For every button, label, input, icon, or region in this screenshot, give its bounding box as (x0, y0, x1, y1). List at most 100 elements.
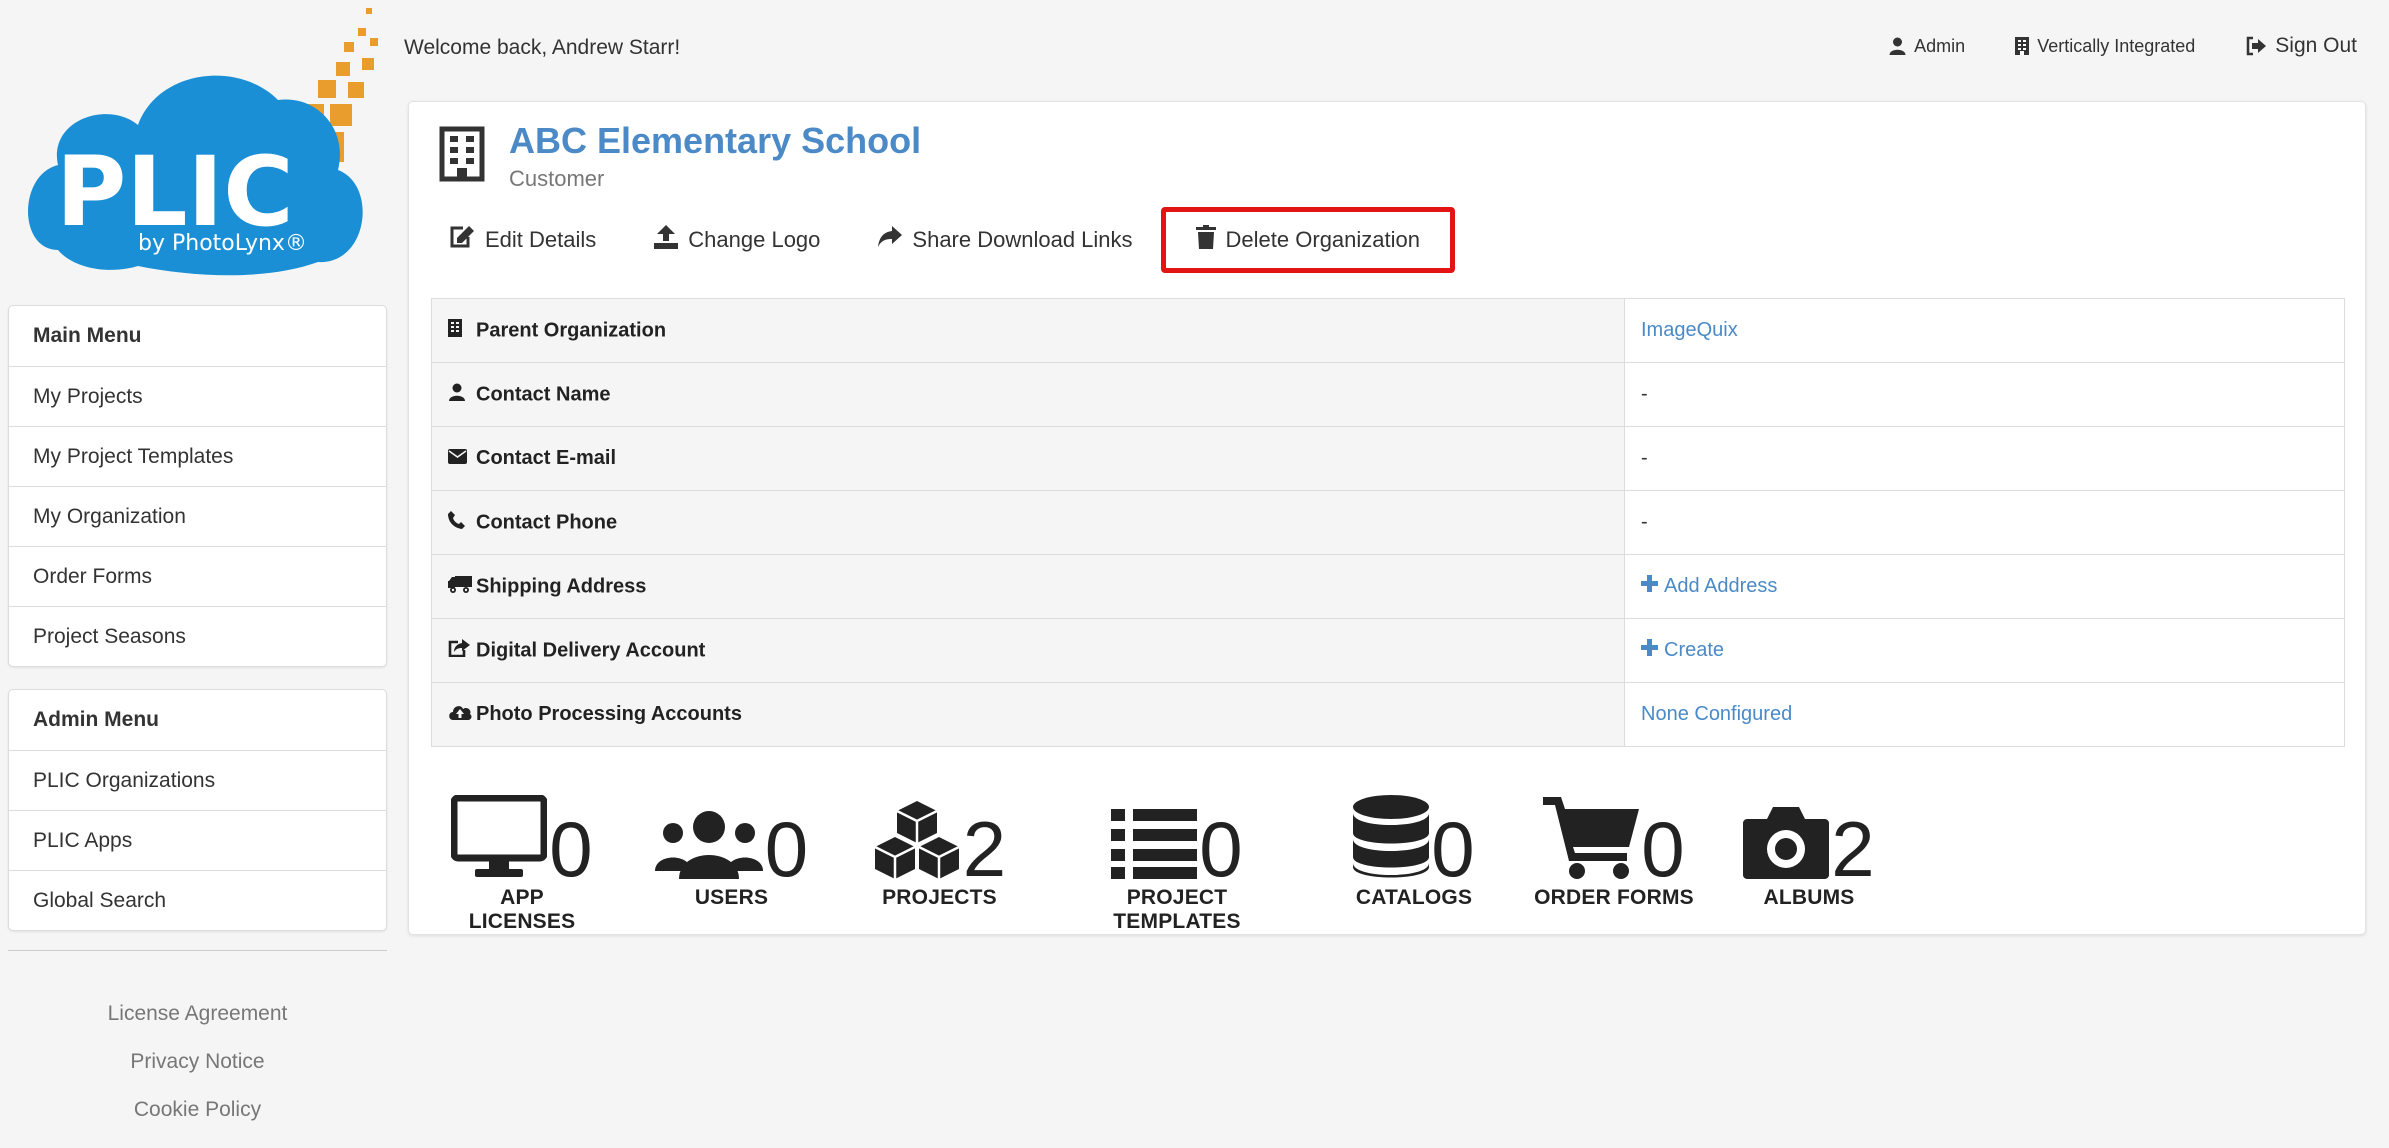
menu-item-order-forms[interactable]: Order Forms (9, 546, 386, 606)
photo-processing-accounts-label: Photo Processing Accounts (476, 702, 742, 725)
parent-organization-label: Parent Organization (476, 318, 667, 341)
organization-name: ABC Elementary School (509, 120, 922, 161)
catalogs-count: 0 (1431, 805, 1475, 893)
admin-nav-link[interactable]: Admin (1889, 36, 1965, 57)
upload-icon (654, 225, 679, 255)
trash-icon (1195, 225, 1216, 255)
privacy-notice-link[interactable]: Privacy Notice (8, 1038, 387, 1086)
stat-app-licenses[interactable]: 0 APP LICENSES (449, 794, 595, 934)
menu-item-my-projects[interactable]: My Projects (9, 366, 386, 426)
menu-item-plic-organizations[interactable]: PLIC Organizations (9, 750, 386, 810)
table-row: Contact Name - (431, 362, 2345, 427)
plus-icon (1641, 575, 1658, 598)
building-icon (439, 126, 485, 187)
app-licenses-label: APP LICENSES (468, 886, 576, 933)
change-logo-label: Change Logo (688, 227, 821, 252)
organization-type: Customer (509, 166, 605, 191)
order-forms-count: 0 (1641, 805, 1685, 893)
user-icon (1889, 37, 1906, 55)
plic-logo[interactable]: PLIC by PhotoLynx® (18, 0, 388, 290)
top-nav: Admin Vertically Integrated Sign Out (1889, 34, 2357, 58)
app-licenses-count: 0 (549, 805, 593, 893)
sign-out-icon (2245, 36, 2267, 56)
contact-email-value: - (1641, 447, 1648, 469)
change-logo-button[interactable]: Change Logo (654, 225, 820, 255)
delete-organization-button[interactable]: Delete Organization (1160, 207, 1455, 273)
parent-organization-link[interactable]: ImageQuix (1641, 319, 1738, 341)
shipping-address-label: Shipping Address (476, 574, 647, 597)
stat-project-templates[interactable]: 0 PROJECT TEMPLATES (1069, 798, 1285, 934)
menu-item-plic-apps[interactable]: PLIC Apps (9, 810, 386, 870)
add-address-label: Add Address (1664, 574, 1778, 597)
create-digital-delivery-link[interactable]: Create (1641, 639, 1724, 661)
edit-details-label: Edit Details (485, 227, 597, 252)
admin-label: Admin (1914, 35, 1966, 56)
menu-item-project-seasons[interactable]: Project Seasons (9, 606, 386, 666)
admin-menu-title: Admin Menu (33, 708, 159, 731)
menu-item-my-organization[interactable]: My Organization (9, 486, 386, 546)
admin-menu: Admin Menu PLIC Organizations PLIC Apps … (8, 689, 387, 931)
sidebar-divider (8, 950, 387, 951)
stat-order-forms[interactable]: 0 ORDER FORMS (1534, 795, 1694, 910)
stat-projects[interactable]: 2 PROJECTS (872, 798, 1007, 910)
phone-icon (448, 510, 470, 535)
organization-nav-link[interactable]: Vertically Integrated (2015, 36, 2195, 57)
contact-phone-value: - (1641, 511, 1648, 533)
delete-organization-label: Delete Organization (1225, 227, 1420, 252)
camera-icon (1743, 805, 1830, 884)
main-menu-title: Main Menu (33, 324, 142, 347)
users-icon (654, 809, 763, 884)
organization-details-table: Parent Organization ImageQuix Contact Na… (431, 298, 2345, 747)
project-templates-count: 0 (1199, 805, 1243, 893)
building-icon (448, 318, 470, 343)
cookie-policy-link[interactable]: Cookie Policy (8, 1086, 387, 1134)
project-templates-label: PROJECT TEMPLATES (1113, 886, 1241, 933)
table-row: Contact E-mail - (431, 426, 2345, 491)
stat-catalogs[interactable]: 0 CATALOGS (1349, 795, 1479, 910)
table-row: Shipping Address Add Address (431, 554, 2345, 619)
organization-panel: ABC Elementary School Customer Edit Deta… (408, 101, 2366, 935)
organization-label: Vertically Integrated (2037, 35, 2196, 56)
create-label: Create (1664, 638, 1725, 661)
edit-icon (449, 225, 475, 255)
contact-phone-label: Contact Phone (476, 510, 618, 533)
plus-icon (1641, 639, 1658, 662)
menu-item-global-search[interactable]: Global Search (9, 870, 386, 930)
digital-delivery-account-label: Digital Delivery Account (476, 638, 706, 661)
database-icon (1353, 795, 1430, 884)
building-icon (2015, 37, 2030, 55)
cart-icon (1543, 795, 1640, 884)
share-download-links-button[interactable]: Share Download Links (878, 226, 1133, 254)
sign-out-button[interactable]: Sign Out (2245, 34, 2357, 58)
cubes-icon (873, 799, 961, 884)
contact-name-label: Contact Name (476, 382, 611, 405)
users-count: 0 (764, 805, 809, 893)
contact-email-label: Contact E-mail (476, 446, 617, 469)
menu-item-my-project-templates[interactable]: My Project Templates (9, 426, 386, 486)
share-download-links-label: Share Download Links (912, 227, 1133, 252)
footer-links: License Agreement Privacy Notice Cookie … (8, 990, 387, 1134)
license-agreement-link[interactable]: License Agreement (8, 990, 387, 1038)
list-icon (1111, 807, 1198, 884)
table-row: Contact Phone - (431, 490, 2345, 555)
main-menu: Main Menu My Projects My Project Templat… (8, 305, 387, 667)
catalogs-label: CATALOGS (1355, 886, 1473, 909)
photo-processing-accounts-link[interactable]: None Configured (1641, 703, 1792, 725)
monitor-icon (450, 794, 548, 884)
stat-albums[interactable]: 2 ALBUMS (1739, 798, 1879, 910)
truck-icon (448, 575, 472, 599)
user-icon (448, 383, 470, 407)
logo-subtext: by PhotoLynx® (138, 231, 307, 256)
organization-actions: Edit Details Change Logo Share Download … (449, 207, 1455, 273)
edit-details-button[interactable]: Edit Details (449, 225, 596, 255)
table-row: Digital Delivery Account Create (431, 618, 2345, 683)
table-row: Parent Organization ImageQuix (431, 298, 2345, 363)
stat-users[interactable]: 0 USERS (654, 798, 809, 910)
organization-stats: 0 APP LICENSES 0 USERS 2 PROJECTS 0 PROJ… (409, 794, 1909, 933)
envelope-icon (448, 447, 470, 470)
projects-count: 2 (962, 805, 1007, 893)
share-square-icon (448, 638, 470, 663)
add-address-link[interactable]: Add Address (1641, 575, 1777, 597)
cloud-upload-icon (448, 703, 472, 726)
table-row: Photo Processing Accounts None Configure… (431, 682, 2345, 747)
